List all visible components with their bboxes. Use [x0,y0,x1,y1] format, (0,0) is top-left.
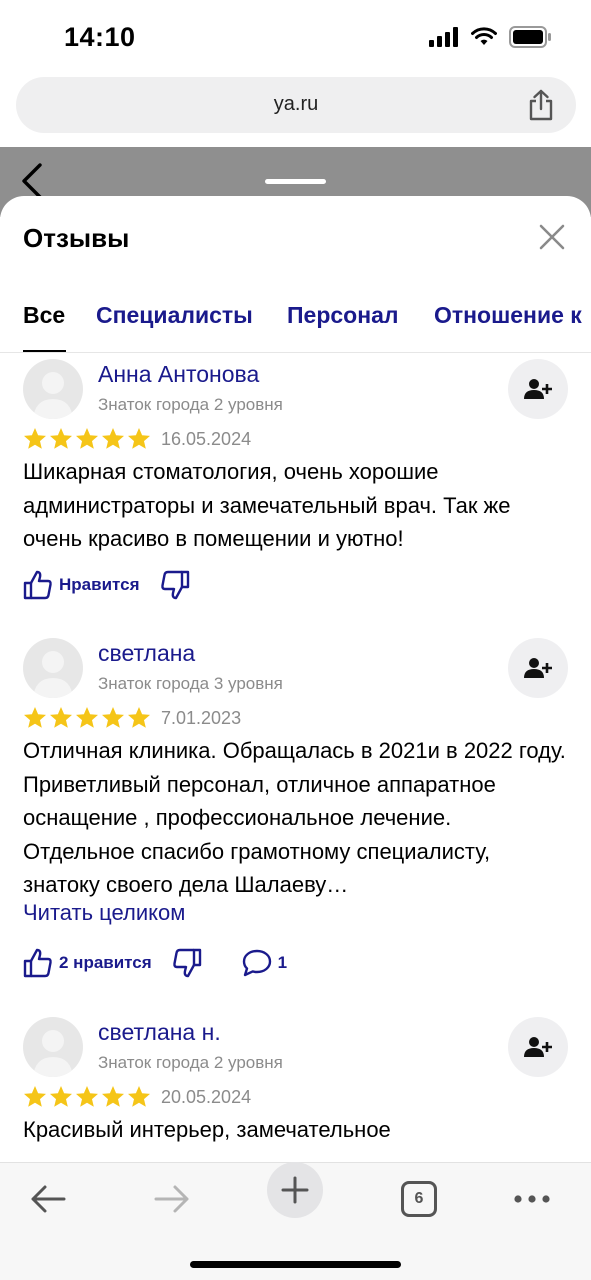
reviews-list: Анна Антонова Знаток города 2 уровня 16.… [0,354,591,1162]
more-dots-icon [514,1195,550,1203]
user-placeholder-icon [33,651,73,698]
status-icons [429,26,551,48]
author-rank: Знаток города 3 уровня [98,674,283,693]
review-date: 16.05.2024 [161,429,252,449]
status-time: 14:10 [64,22,136,52]
star-icon [128,1086,150,1107]
arrow-left-icon [31,1185,66,1213]
read-more-link[interactable]: Читать целиком [23,900,185,926]
review-author[interactable]: светлана н. [98,1019,221,1046]
subscribe-button[interactable] [508,359,568,419]
review-date: 7.01.2023 [161,708,242,728]
share-icon[interactable] [526,89,556,121]
avatar[interactable] [23,638,83,698]
plus-icon [281,1176,309,1204]
wifi-icon [471,27,497,45]
forward-button[interactable] [152,1177,192,1221]
rating-stars [23,706,151,730]
star-icon [50,707,72,728]
review-item: Анна Антонова Знаток города 2 уровня 16.… [0,359,591,629]
like-button[interactable]: Нравится [23,570,140,600]
avatar[interactable] [23,1017,83,1077]
home-indicator [190,1261,401,1268]
battery-icon [509,26,551,48]
review-author[interactable]: светлана [98,640,195,667]
reviews-sheet: Отзывы Все Специалисты Персонал Отношени… [0,196,591,1162]
like-label: 2 нравится [59,953,152,972]
star-icon [24,1086,46,1107]
avatar[interactable] [23,359,83,419]
comment-icon [242,949,271,977]
star-icon [76,428,98,449]
author-rank: Знаток города 2 уровня [98,1053,283,1072]
star-icon [50,428,72,449]
address-bar[interactable]: ya.ru [16,77,576,133]
arrow-right-icon [154,1185,189,1213]
status-bar: 14:10 [0,0,591,74]
star-icon [102,1086,124,1107]
star-icon [50,1086,72,1107]
tab-all[interactable]: Все [23,302,65,329]
sheet-grabber[interactable] [265,179,326,184]
active-tab-indicator [23,350,66,352]
user-placeholder-icon [33,372,73,419]
review-author[interactable]: Анна Антонова [98,361,259,388]
comments-button[interactable]: 1 [242,949,287,977]
like-button[interactable]: 2 нравится [23,948,152,978]
back-chevron-icon[interactable] [20,163,44,199]
subscribe-button[interactable] [508,638,568,698]
thumbs-down-icon [172,948,201,978]
signal-icon [429,27,458,47]
review-item: светлана н. Знаток города 2 уровня 20.05… [0,1017,591,1162]
star-icon [24,707,46,728]
subscribe-button[interactable] [508,1017,568,1077]
close-icon[interactable] [539,224,565,250]
add-user-icon [524,1037,552,1057]
rating-stars [23,427,151,451]
sheet-title: Отзывы [23,223,130,253]
tab-staff[interactable]: Персонал [287,302,399,329]
back-button[interactable] [28,1177,68,1221]
star-icon [76,1086,98,1107]
review-text: Отличная клиника. Обращалась в 2021и в 2… [23,738,566,897]
add-user-icon [524,658,552,678]
author-rank: Знаток города 2 уровня [98,395,283,414]
browser-toolbar: 6 [0,1162,591,1280]
star-icon [128,707,150,728]
url-text[interactable]: ya.ru [16,93,576,116]
star-icon [102,428,124,449]
new-tab-circle [267,1162,323,1218]
add-user-icon [524,379,552,399]
star-icon [24,428,46,449]
tab-attitude[interactable]: Отношение к [434,302,582,329]
review-text: Красивый интерьер, замечательное [23,1117,391,1142]
review-actions: 2 нравится 1 [23,948,287,978]
user-placeholder-icon [33,1030,73,1077]
star-icon [102,707,124,728]
like-label: Нравится [59,575,140,594]
new-tab-button[interactable] [267,1162,323,1218]
menu-button[interactable] [512,1177,552,1221]
review-date: 20.05.2024 [161,1087,252,1107]
star-icon [76,707,98,728]
thumbs-up-icon [23,570,52,600]
review-item: светлана Знаток города 3 уровня 7.01.202… [0,638,591,998]
tabs-count: 6 [401,1181,437,1217]
dislike-button[interactable] [160,570,190,600]
comment-count: 1 [277,953,288,972]
review-text: Шикарная стоматология, очень хорошие адм… [23,459,511,551]
review-actions: Нравится [23,570,190,600]
thumbs-up-icon [23,948,52,978]
rating-stars [23,1085,151,1109]
tab-specialists[interactable]: Специалисты [96,302,253,329]
dislike-button[interactable] [172,948,202,978]
review-tabs: Все Специалисты Персонал Отношение к [0,294,591,353]
tabs-button[interactable]: 6 [400,1177,438,1221]
thumbs-down-icon [160,570,189,600]
star-icon [128,428,150,449]
